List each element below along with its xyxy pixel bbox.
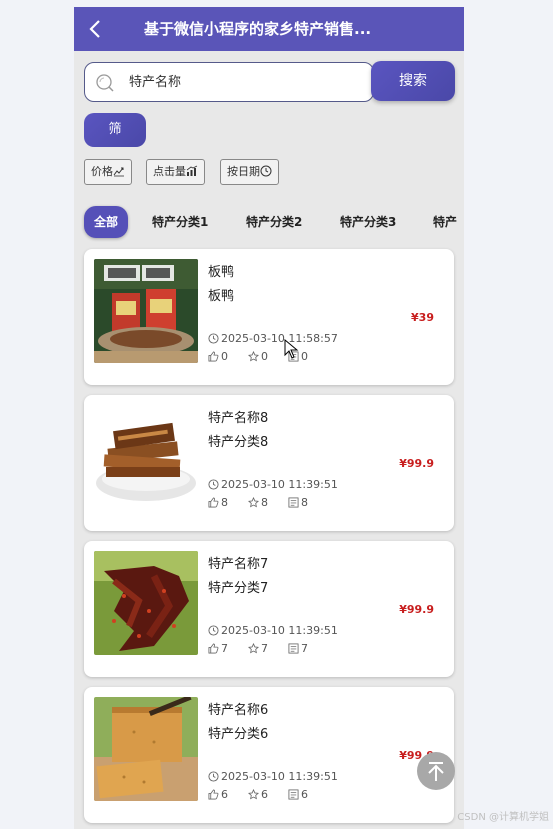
top-bar: 基于微信小程序的家乡特产销售... bbox=[74, 7, 464, 51]
clock-icon bbox=[208, 771, 219, 782]
product-stats: 6 6 6 bbox=[208, 788, 408, 804]
search-box bbox=[84, 62, 374, 102]
product-name: 板鸭 bbox=[208, 265, 235, 280]
star-icon bbox=[247, 350, 260, 362]
favorite-count: 0 bbox=[261, 350, 268, 363]
like-stat[interactable]: 8 bbox=[208, 496, 228, 509]
back-to-top-button[interactable] bbox=[417, 752, 455, 790]
clock-icon bbox=[208, 333, 219, 344]
star-icon bbox=[247, 642, 260, 654]
search-button[interactable]: 搜索 bbox=[371, 61, 455, 101]
search-input[interactable] bbox=[127, 71, 361, 93]
favorite-count: 6 bbox=[261, 788, 268, 801]
tab-all[interactable]: 全部 bbox=[84, 206, 129, 238]
like-count: 7 bbox=[221, 642, 228, 655]
clock-icon bbox=[208, 625, 219, 636]
product-name: 特产名称7 bbox=[208, 557, 269, 572]
product-price: ¥99.9 bbox=[399, 603, 434, 616]
product-name: 特产名称8 bbox=[208, 411, 269, 426]
thumbs-up-icon bbox=[208, 497, 219, 508]
like-stat[interactable]: 0 bbox=[208, 350, 228, 363]
trend-icon bbox=[113, 167, 124, 177]
product-category: 特产分类6 bbox=[208, 727, 269, 742]
like-count: 0 bbox=[221, 350, 228, 363]
sort-date-button[interactable]: 按日期 bbox=[220, 159, 279, 185]
sort-clicks-label: 点击量 bbox=[153, 165, 186, 178]
tab-category-4[interactable]: 特产 bbox=[433, 206, 457, 238]
like-count: 8 bbox=[221, 496, 228, 509]
category-tabs: 全部 特产分类1 特产分类2 特产分类3 特产 bbox=[84, 206, 464, 238]
comment-icon bbox=[288, 497, 299, 508]
product-price: ¥39 bbox=[411, 311, 434, 324]
comment-count: 8 bbox=[301, 496, 308, 509]
product-stats: 7 7 7 bbox=[208, 642, 408, 658]
time-text: 2025-03-10 11:58:57 bbox=[221, 332, 338, 345]
product-category: 板鸭 bbox=[208, 289, 235, 304]
product-card[interactable]: 板鸭 板鸭 ¥39 2025-03-10 11:58:57 0 0 0 bbox=[84, 249, 454, 385]
comment-count: 0 bbox=[301, 350, 308, 363]
favorite-stat[interactable]: 7 bbox=[247, 642, 268, 655]
product-name: 特产名称6 bbox=[208, 703, 269, 718]
sort-date-label: 按日期 bbox=[227, 165, 260, 178]
filter-button[interactable]: 筛 bbox=[84, 113, 146, 147]
time-text: 2025-03-10 11:39:51 bbox=[221, 770, 338, 783]
product-image bbox=[94, 697, 198, 801]
star-icon bbox=[247, 496, 260, 508]
sort-clicks-button[interactable]: 点击量 bbox=[146, 159, 205, 185]
favorite-count: 7 bbox=[261, 642, 268, 655]
favorite-count: 8 bbox=[261, 496, 268, 509]
arrow-up-icon bbox=[428, 762, 444, 781]
comment-stat[interactable]: 7 bbox=[288, 642, 308, 655]
product-time: 2025-03-10 11:39:51 bbox=[208, 770, 338, 783]
comment-stat[interactable]: 8 bbox=[288, 496, 308, 509]
product-card[interactable]: 特产名称6 特产分类6 ¥99.9 2025-03-10 11:39:51 6 … bbox=[84, 687, 454, 823]
phone-screen: 基于微信小程序的家乡特产销售... 搜索 筛 价格 点击量 按日期 全部 特产分… bbox=[74, 7, 464, 829]
time-text: 2025-03-10 11:39:51 bbox=[221, 478, 338, 491]
thumbs-up-icon bbox=[208, 643, 219, 654]
product-image bbox=[94, 405, 198, 509]
comment-stat[interactable]: 6 bbox=[288, 788, 308, 801]
product-card[interactable]: 特产名称8 特产分类8 ¥99.9 2025-03-10 11:39:51 8 … bbox=[84, 395, 454, 531]
page-title: 基于微信小程序的家乡特产销售... bbox=[144, 20, 372, 38]
product-price: ¥99.9 bbox=[399, 457, 434, 470]
product-card[interactable]: 特产名称7 特产分类7 ¥99.9 2025-03-10 11:39:51 7 … bbox=[84, 541, 454, 677]
comment-icon bbox=[288, 643, 299, 654]
like-stat[interactable]: 6 bbox=[208, 788, 228, 801]
product-image bbox=[94, 259, 198, 363]
sort-price-label: 价格 bbox=[91, 165, 113, 178]
comment-count: 7 bbox=[301, 642, 308, 655]
product-category: 特产分类7 bbox=[208, 581, 269, 596]
mouse-cursor-icon bbox=[284, 339, 299, 359]
tab-category-1[interactable]: 特产分类1 bbox=[152, 206, 208, 238]
tab-category-2[interactable]: 特产分类2 bbox=[246, 206, 302, 238]
like-stat[interactable]: 7 bbox=[208, 642, 228, 655]
product-image bbox=[94, 551, 198, 655]
tab-category-3[interactable]: 特产分类3 bbox=[340, 206, 396, 238]
favorite-stat[interactable]: 6 bbox=[247, 788, 268, 801]
comment-count: 6 bbox=[301, 788, 308, 801]
product-time: 2025-03-10 11:39:51 bbox=[208, 478, 338, 491]
favorite-stat[interactable]: 8 bbox=[247, 496, 268, 509]
star-icon bbox=[247, 788, 260, 800]
favorite-stat[interactable]: 0 bbox=[247, 350, 268, 363]
product-time: 2025-03-10 11:39:51 bbox=[208, 624, 338, 637]
bar-chart-icon bbox=[186, 165, 198, 176]
search-icon bbox=[96, 74, 114, 92]
thumbs-up-icon bbox=[208, 789, 219, 800]
clock-icon bbox=[260, 165, 272, 177]
thumbs-up-icon bbox=[208, 351, 219, 362]
clock-icon bbox=[208, 479, 219, 490]
time-text: 2025-03-10 11:39:51 bbox=[221, 624, 338, 637]
comment-icon bbox=[288, 789, 299, 800]
sort-price-button[interactable]: 价格 bbox=[84, 159, 132, 185]
like-count: 6 bbox=[221, 788, 228, 801]
product-category: 特产分类8 bbox=[208, 435, 269, 450]
watermark: CSDN @计算机学姐 bbox=[457, 812, 549, 823]
product-stats: 0 0 0 bbox=[208, 350, 408, 366]
back-icon[interactable] bbox=[84, 17, 108, 41]
product-stats: 8 8 8 bbox=[208, 496, 408, 512]
product-time: 2025-03-10 11:58:57 bbox=[208, 332, 338, 345]
